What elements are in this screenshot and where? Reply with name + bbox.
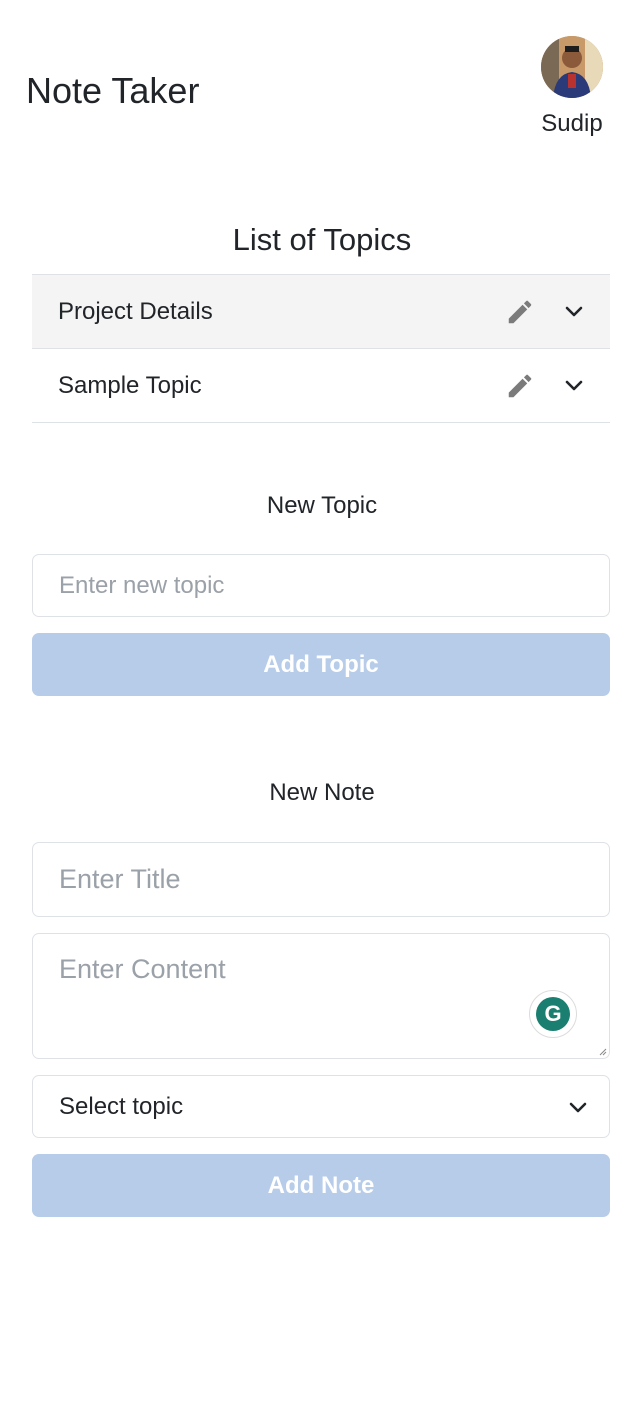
- avatar[interactable]: [541, 36, 603, 98]
- add-note-button[interactable]: Add Note: [32, 1154, 610, 1217]
- topic-select[interactable]: Select topic: [32, 1075, 610, 1138]
- new-note-title: New Note: [269, 779, 375, 806]
- resize-handle-icon[interactable]: [597, 1046, 607, 1056]
- new-topic-placeholder: Enter new topic: [59, 571, 225, 599]
- user-name: Sudip: [541, 110, 603, 137]
- app-title: Note Taker: [26, 70, 200, 111]
- new-topic-title: New Topic: [266, 492, 378, 519]
- new-topic-input[interactable]: Enter new topic: [32, 554, 610, 617]
- topic-label: Project Details: [58, 297, 213, 325]
- chevron-down-icon[interactable]: [564, 302, 584, 322]
- grammarly-badge: G: [536, 997, 570, 1031]
- grammarly-icon[interactable]: G: [529, 990, 577, 1038]
- chevron-down-icon[interactable]: [564, 376, 584, 396]
- topic-select-value: Select topic: [59, 1092, 184, 1120]
- note-content-textarea[interactable]: Enter Content G: [32, 933, 610, 1059]
- note-content-placeholder: Enter Content: [59, 954, 226, 984]
- topic-item[interactable]: Project Details: [32, 275, 610, 349]
- topic-list: Project Details Sample Topic: [32, 274, 610, 423]
- add-topic-button[interactable]: Add Topic: [32, 633, 610, 696]
- pencil-icon[interactable]: [504, 370, 536, 402]
- topic-item[interactable]: Sample Topic: [32, 349, 610, 423]
- note-title-placeholder: Enter Title: [59, 864, 181, 894]
- chevron-down-icon: [569, 1093, 587, 1121]
- topic-label: Sample Topic: [58, 371, 202, 399]
- pencil-icon[interactable]: [504, 296, 536, 328]
- note-title-input[interactable]: Enter Title: [32, 842, 610, 917]
- user-profile[interactable]: Sudip: [538, 36, 606, 138]
- topics-title: List of Topics: [232, 222, 412, 257]
